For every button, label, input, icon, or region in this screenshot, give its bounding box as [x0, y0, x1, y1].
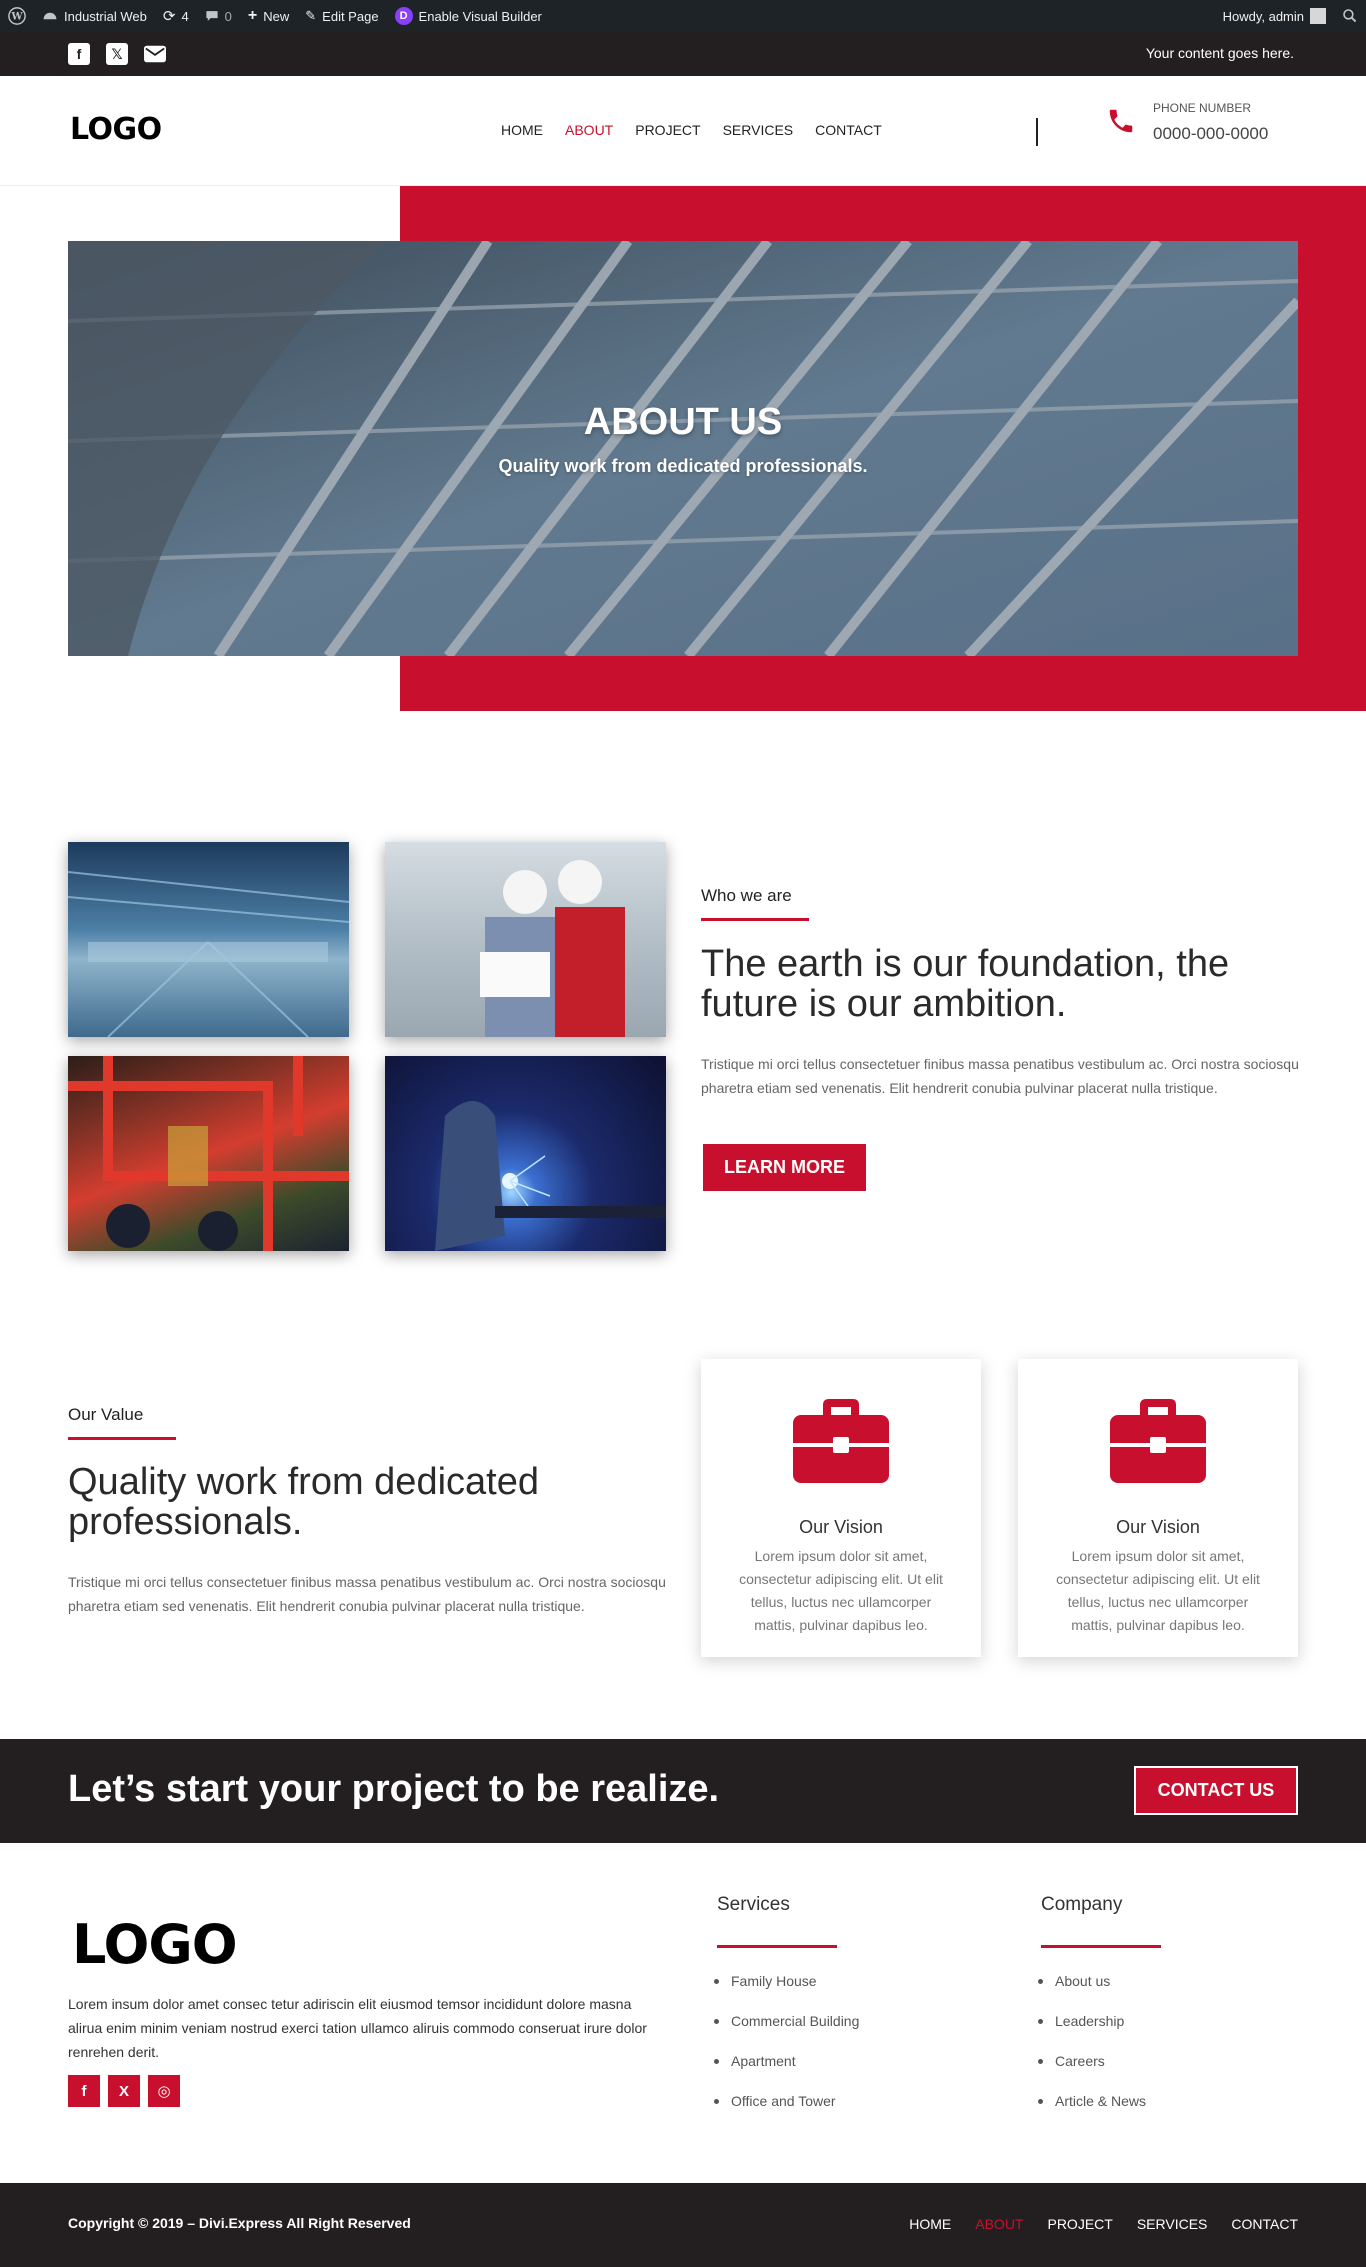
header-divider — [1036, 118, 1038, 146]
footer-nav-contact[interactable]: CONTACT — [1231, 2216, 1298, 2232]
updates-menu[interactable]: ⟳ 4 — [155, 0, 197, 32]
who-text: Tristique mi orci tellus consectetuer fi… — [701, 1056, 1299, 1096]
site-header: LOGO HOME ABOUT PROJECT SERVICES CONTACT… — [0, 76, 1366, 186]
account-menu[interactable]: Howdy, admin — [1215, 0, 1334, 32]
dashboard-icon — [43, 12, 57, 20]
footer-nav: HOME ABOUT PROJECT SERVICES CONTACT — [909, 2216, 1298, 2232]
visual-builder-link[interactable]: D Enable Visual Builder — [387, 0, 550, 32]
warehouse-image — [68, 842, 349, 1037]
footer-nav-services[interactable]: SERVICES — [1137, 2216, 1208, 2232]
footer-nav-project[interactable]: PROJECT — [1047, 2216, 1112, 2232]
top-bar: f 𝕏 Your content goes here. — [0, 32, 1366, 76]
services-underline — [717, 1945, 837, 1948]
envelope-icon[interactable] — [144, 43, 166, 65]
instagram-icon[interactable]: ◎ — [148, 2075, 180, 2107]
site-name: Industrial Web — [64, 8, 147, 24]
nav-home[interactable]: HOME — [501, 122, 543, 138]
vision-card: Our Vision Lorem ipsum dolor sit amet, c… — [1018, 1359, 1298, 1657]
list-item[interactable]: Leadership — [1038, 2001, 1146, 2041]
phone-icon — [1109, 109, 1133, 133]
list-item[interactable]: About us — [1038, 1961, 1146, 2001]
new-content-menu[interactable]: + New — [240, 0, 297, 32]
value-heading: Quality work from dedicated professional… — [68, 1461, 539, 1543]
wordpress-menu[interactable]: W — [0, 0, 34, 32]
pipes-image — [68, 1056, 349, 1251]
nav-about[interactable]: ABOUT — [565, 122, 613, 138]
card-text: Lorem ipsum dolor sit amet, consectetur … — [1056, 1548, 1260, 1633]
who-eyebrow-underline — [701, 918, 809, 921]
toolbox-icon — [793, 1399, 889, 1483]
contact-us-button[interactable]: CONTACT US — [1134, 1766, 1298, 1815]
hero-title: ABOUT US — [583, 401, 783, 443]
edit-page-link[interactable]: ✎ Edit Page — [297, 0, 386, 32]
search-icon — [1343, 9, 1357, 23]
admin-bar: W Industrial Web ⟳ 4 0 + New ✎ Edit Page… — [0, 0, 1366, 32]
card-text: Lorem ipsum dolor sit amet, consectetur … — [739, 1548, 943, 1633]
list-item[interactable]: Apartment — [714, 2041, 859, 2081]
value-eyebrow-underline — [68, 1437, 176, 1440]
facebook-icon[interactable]: f — [68, 43, 90, 65]
value-eyebrow: Our Value — [68, 1405, 144, 1424]
phone-label: PHONE NUMBER — [1153, 101, 1252, 115]
greeting: Howdy, admin — [1222, 8, 1304, 24]
avatar — [1310, 8, 1326, 24]
footer-logo[interactable]: LOGO — [72, 1913, 238, 1976]
x-icon[interactable]: X — [108, 2075, 140, 2107]
cta-text: Let’s start your project to be realize. — [68, 1768, 720, 1810]
company-underline — [1041, 1945, 1161, 1948]
who-heading: The earth is our foundation, the future … — [701, 943, 1230, 1025]
learn-more-button[interactable]: LEARN MORE — [703, 1144, 866, 1191]
engineers-image — [385, 842, 666, 1037]
x-icon[interactable]: 𝕏 — [106, 43, 128, 65]
svg-text:W: W — [10, 12, 23, 23]
list-item[interactable]: Commercial Building — [714, 2001, 859, 2041]
copyright: Copyright © 2019 – Divi.Express All Righ… — [68, 2215, 411, 2231]
edit-page-label: Edit Page — [322, 8, 379, 24]
admin-search[interactable] — [1334, 0, 1366, 32]
who-eyebrow: Who we are — [701, 886, 792, 905]
list-item[interactable]: Family House — [714, 1961, 859, 2001]
top-social-links: f 𝕏 — [68, 43, 166, 65]
company-list: About us Leadership Careers Article & Ne… — [1038, 1961, 1146, 2121]
site-logo[interactable]: LOGO — [70, 112, 162, 147]
toolbox-icon — [1110, 1399, 1206, 1483]
footer-nav-home[interactable]: HOME — [909, 2216, 951, 2232]
footer-nav-about[interactable]: ABOUT — [975, 2216, 1023, 2232]
nav-project[interactable]: PROJECT — [635, 122, 700, 138]
phone-number[interactable]: 0000-000-0000 — [1153, 124, 1268, 144]
services-title: Services — [717, 1894, 790, 1915]
company-title: Company — [1041, 1894, 1123, 1915]
vision-card: Our Vision Lorem ipsum dolor sit amet, c… — [701, 1359, 981, 1657]
site-name-menu[interactable]: Industrial Web — [34, 0, 155, 32]
footer-text: Lorem insum dolor amet consec tetur adir… — [68, 1996, 647, 2060]
divi-icon: D — [394, 7, 413, 25]
card-title: Our Vision — [799, 1517, 883, 1537]
updates-count: 4 — [181, 8, 189, 24]
wordpress-icon: W — [8, 7, 26, 25]
updates-icon: ⟳ — [162, 8, 176, 25]
cta-band: Let’s start your project to be realize. … — [0, 1739, 1366, 1843]
bottom-bar: Copyright © 2019 – Divi.Express All Righ… — [0, 2183, 1366, 2267]
card-title: Our Vision — [1116, 1517, 1200, 1537]
top-bar-message: Your content goes here. — [1145, 45, 1294, 61]
list-item[interactable]: Careers — [1038, 2041, 1146, 2081]
pencil-icon: ✎ — [305, 8, 317, 23]
plus-icon: + — [247, 7, 258, 24]
nav-contact[interactable]: CONTACT — [815, 122, 882, 138]
list-item[interactable]: Office and Tower — [714, 2081, 859, 2121]
comment-icon — [206, 11, 218, 21]
nav-services[interactable]: SERVICES — [723, 122, 794, 138]
services-list: Family House Commercial Building Apartme… — [714, 1961, 859, 2121]
hero-subtitle: Quality work from dedicated professional… — [498, 456, 868, 476]
main-nav: HOME ABOUT PROJECT SERVICES CONTACT — [501, 122, 882, 138]
value-text: Tristique mi orci tellus consectetuer fi… — [68, 1574, 666, 1614]
welder-image — [385, 1056, 666, 1251]
visual-builder-label: Enable Visual Builder — [418, 8, 542, 24]
facebook-icon[interactable]: f — [68, 2075, 100, 2107]
list-item[interactable]: Article & News — [1038, 2081, 1146, 2121]
new-label: New — [263, 8, 290, 24]
comments-count: 0 — [224, 8, 232, 24]
hero-image: ABOUT US Quality work from dedicated pro… — [68, 241, 1298, 656]
comments-menu[interactable]: 0 — [197, 0, 240, 32]
